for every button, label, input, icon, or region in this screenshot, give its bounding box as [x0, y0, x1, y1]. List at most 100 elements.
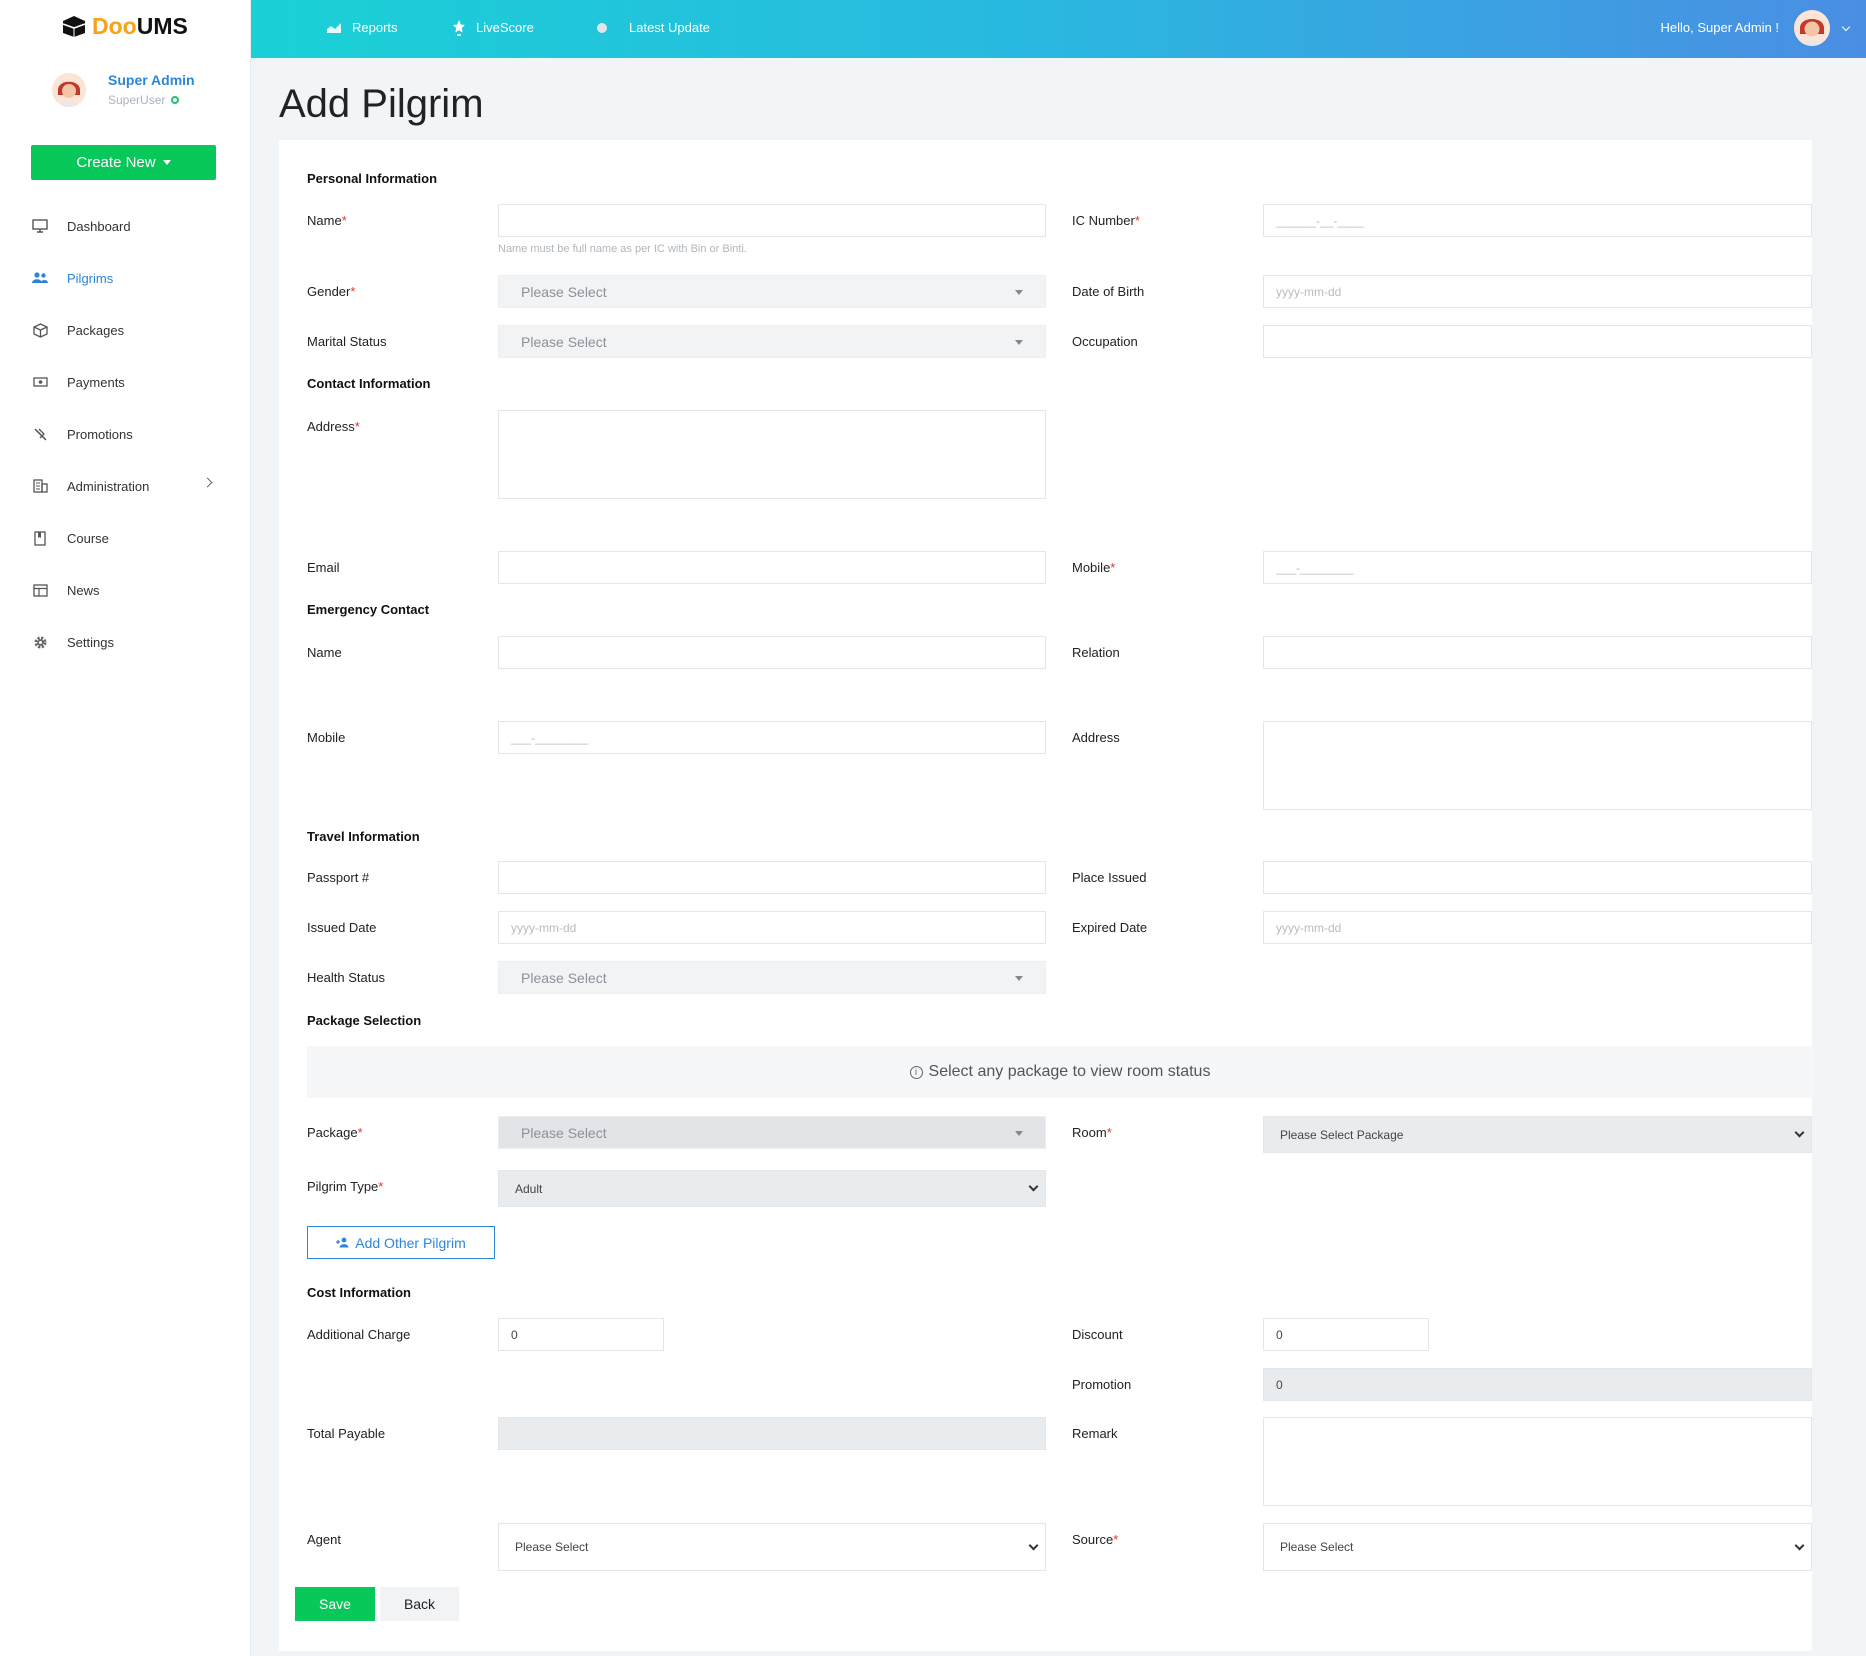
address-label-text: Address	[307, 419, 355, 434]
ic-number-label: IC Number*	[1072, 213, 1140, 228]
newspaper-icon	[31, 581, 49, 599]
sidebar-item-pilgrims[interactable]: Pilgrims	[0, 252, 251, 304]
caret-down-icon	[1015, 340, 1023, 345]
required-mark: *	[1110, 560, 1116, 575]
caret-down-icon	[1015, 976, 1023, 981]
pilgrim-type-label: Pilgrim Type*	[307, 1179, 383, 1194]
discount-field[interactable]: 0	[1263, 1318, 1429, 1351]
create-new-button[interactable]: Create New	[31, 145, 216, 180]
sidebar-item-administration[interactable]: Administration	[0, 460, 251, 512]
email-field[interactable]	[498, 551, 1046, 584]
place-issued-label: Place Issued	[1072, 870, 1147, 885]
name-label-text: Name	[307, 213, 342, 228]
reports-link[interactable]: Reports	[326, 0, 398, 55]
gender-label: Gender*	[307, 284, 355, 299]
agent-select[interactable]: Please Select	[498, 1523, 1046, 1571]
room-status-notice: i Select any package to view room status	[307, 1046, 1813, 1098]
dob-field[interactable]: yyyy-mm-dd	[1263, 275, 1812, 308]
sidebar-item-packages[interactable]: Packages	[0, 304, 251, 356]
sidebar-item-news[interactable]: News	[0, 564, 251, 616]
health-status-select[interactable]: Please Select	[498, 961, 1046, 994]
pilgrim-type-label-text: Pilgrim Type	[307, 1179, 379, 1194]
section-title-emergency: Emergency Contact	[307, 602, 430, 617]
emergency-mobile-field[interactable]: ___-________	[498, 721, 1046, 754]
additional-charge-field[interactable]: 0	[498, 1318, 664, 1351]
user-name[interactable]: Super Admin	[108, 72, 195, 88]
sidebar-item-settings[interactable]: Settings	[0, 616, 251, 668]
user-profile: Super Admin SuperUser	[52, 72, 195, 107]
package-label-text: Package	[307, 1125, 358, 1140]
sidebar-item-course[interactable]: Course	[0, 512, 251, 564]
name-field[interactable]	[498, 204, 1046, 237]
chevron-down-icon	[1028, 1181, 1039, 1192]
livescore-link[interactable]: LiveScore	[452, 0, 534, 55]
users-icon	[31, 269, 49, 287]
ic-number-field[interactable]: ______-__-____	[1263, 204, 1812, 237]
caret-down-icon	[162, 160, 171, 165]
chevron-down-icon[interactable]	[1841, 22, 1851, 32]
pilgrim-type-select[interactable]: Adult	[498, 1170, 1046, 1207]
source-select-value: Please Select	[1280, 1540, 1354, 1554]
section-title-cost: Cost Information	[307, 1285, 411, 1300]
issued-date-label: Issued Date	[307, 920, 377, 935]
room-select-value: Please Select Package	[1280, 1127, 1404, 1142]
back-button[interactable]: Back	[380, 1587, 459, 1621]
sidebar-item-label: Dashboard	[67, 218, 131, 234]
gender-label-text: Gender	[307, 284, 351, 299]
mobile-label-text: Mobile	[1072, 560, 1111, 575]
user-role-label: SuperUser	[108, 93, 166, 107]
add-other-pilgrim-button[interactable]: Add Other Pilgrim	[307, 1226, 495, 1259]
relation-field[interactable]	[1263, 636, 1812, 669]
relation-label: Relation	[1072, 645, 1120, 660]
latest-update-link[interactable]: Latest Update	[597, 0, 710, 55]
required-mark: *	[341, 213, 347, 228]
health-status-label: Health Status	[307, 970, 386, 985]
cash-icon	[31, 373, 49, 391]
place-issued-field[interactable]	[1263, 861, 1812, 894]
source-select[interactable]: Please Select	[1263, 1523, 1812, 1571]
expired-date-field[interactable]: yyyy-mm-dd	[1263, 911, 1812, 944]
reports-label: Reports	[352, 20, 398, 35]
sidebar-item-dashboard[interactable]: Dashboard	[0, 200, 251, 252]
required-mark: *	[354, 419, 360, 434]
issued-date-field[interactable]: yyyy-mm-dd	[498, 911, 1046, 944]
user-menu-avatar[interactable]	[1794, 10, 1830, 46]
brand-name-part1: Doo	[92, 12, 137, 39]
gender-select[interactable]: Please Select	[498, 275, 1046, 308]
save-button[interactable]: Save	[295, 1587, 375, 1621]
address-textarea[interactable]	[498, 410, 1046, 499]
remark-textarea[interactable]	[1263, 1417, 1812, 1506]
sidebar-item-payments[interactable]: Payments	[0, 356, 251, 408]
create-new-label: Create New	[76, 154, 156, 171]
marital-status-label: Marital Status	[307, 334, 387, 349]
room-select[interactable]: Please Select Package	[1263, 1116, 1812, 1153]
tag-slash-icon	[31, 425, 49, 443]
sidebar-item-label: Administration	[67, 478, 150, 494]
chart-icon	[327, 22, 341, 33]
occupation-field[interactable]	[1263, 325, 1812, 358]
gender-select-value: Please Select	[521, 283, 607, 300]
discount-label: Discount	[1072, 1327, 1123, 1342]
additional-charge-label: Additional Charge	[307, 1327, 411, 1342]
chevron-right-icon	[202, 477, 213, 488]
occupation-label: Occupation	[1072, 334, 1138, 349]
avatar[interactable]	[52, 72, 86, 107]
package-label: Package*	[307, 1125, 363, 1140]
emergency-address-textarea[interactable]	[1263, 721, 1812, 810]
kaaba-logo-icon	[62, 16, 86, 37]
monitor-icon	[31, 217, 49, 235]
agent-select-value: Please Select	[515, 1540, 589, 1554]
sidebar-item-label: Pilgrims	[67, 270, 114, 286]
marital-status-select[interactable]: Please Select	[498, 325, 1046, 358]
package-select[interactable]: Please Select	[498, 1116, 1046, 1149]
mobile-field[interactable]: ___-________	[1263, 551, 1812, 584]
online-status-icon	[171, 96, 180, 104]
sidebar-item-promotions[interactable]: Promotions	[0, 408, 251, 460]
page-title: Add Pilgrim	[279, 82, 484, 126]
emergency-name-field[interactable]	[498, 636, 1046, 669]
sidebar-nav: Dashboard Pilgrims Packages Payments Pro…	[0, 200, 251, 668]
sidebar-item-label: Packages	[67, 322, 125, 338]
passport-field[interactable]	[498, 861, 1046, 894]
brand-logo[interactable]: Doo UMS	[60, 12, 188, 40]
marital-status-select-value: Please Select	[521, 333, 607, 350]
